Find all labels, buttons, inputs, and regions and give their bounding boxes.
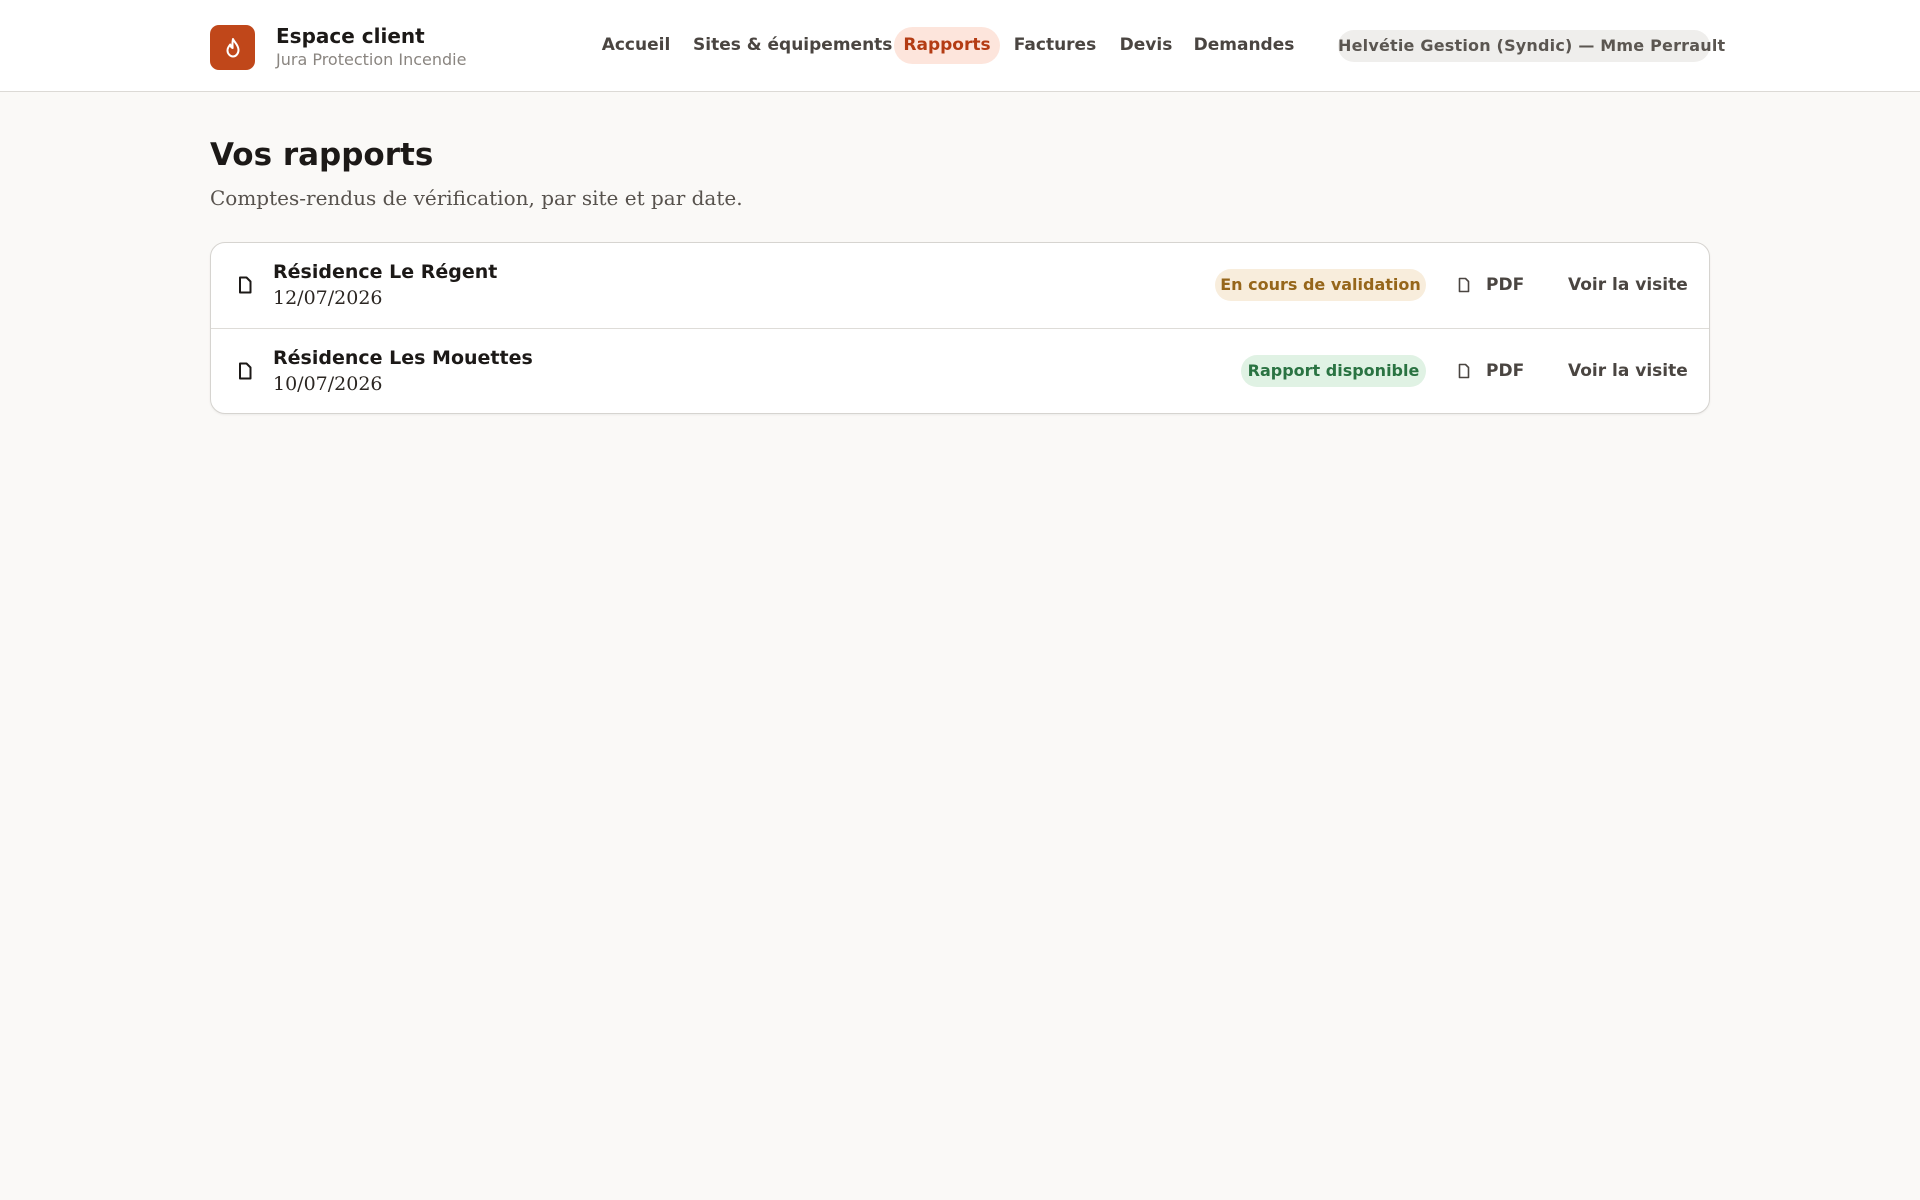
app-title: Espace client — [276, 24, 425, 48]
account-badge[interactable]: Helvétie Gestion (Syndic) — Mme Perrault — [1338, 30, 1725, 62]
site-name: Résidence Les Mouettes — [273, 347, 533, 369]
flame-icon — [210, 25, 255, 70]
pdf-label: PDF — [1486, 275, 1525, 295]
report-row: Résidence Le Régent 12/07/2026 En cours … — [211, 243, 1709, 328]
view-visit-link[interactable]: Voir la visite — [1568, 273, 1688, 297]
status-badge: En cours de validation — [1215, 269, 1426, 301]
status-badge: Rapport disponible — [1241, 355, 1426, 387]
document-icon — [239, 362, 252, 380]
company-name: Jura Protection Incendie — [276, 50, 467, 69]
report-date: 12/07/2026 — [273, 287, 383, 309]
site-name: Résidence Le Régent — [273, 261, 498, 283]
pdf-download-link[interactable]: PDF — [1458, 359, 1524, 383]
nav-factures[interactable]: Factures — [1008, 27, 1102, 64]
brand[interactable]: Espace client Jura Protection Incendie — [210, 24, 466, 71]
report-date: 10/07/2026 — [273, 373, 383, 395]
report-list: Résidence Le Régent 12/07/2026 En cours … — [210, 242, 1710, 414]
document-icon — [239, 276, 252, 294]
document-icon — [1458, 363, 1470, 379]
nav-sites-equipements[interactable]: Sites & équipements — [693, 27, 892, 64]
page-title: Vos rapports — [210, 137, 434, 173]
pdf-label: PDF — [1486, 361, 1525, 381]
nav-demandes[interactable]: Demandes — [1190, 27, 1298, 64]
page-subtitle: Comptes-rendus de vérification, par site… — [210, 186, 743, 210]
nav-rapports[interactable]: Rapports — [894, 27, 1000, 64]
report-row: Résidence Les Mouettes 10/07/2026 Rappor… — [211, 328, 1709, 413]
view-visit-link[interactable]: Voir la visite — [1568, 359, 1688, 383]
top-bar: Espace client Jura Protection Incendie A… — [0, 0, 1920, 92]
nav-accueil[interactable]: Accueil — [590, 27, 682, 64]
document-icon — [1458, 277, 1470, 293]
nav-devis[interactable]: Devis — [1111, 27, 1181, 64]
pdf-download-link[interactable]: PDF — [1458, 273, 1524, 297]
